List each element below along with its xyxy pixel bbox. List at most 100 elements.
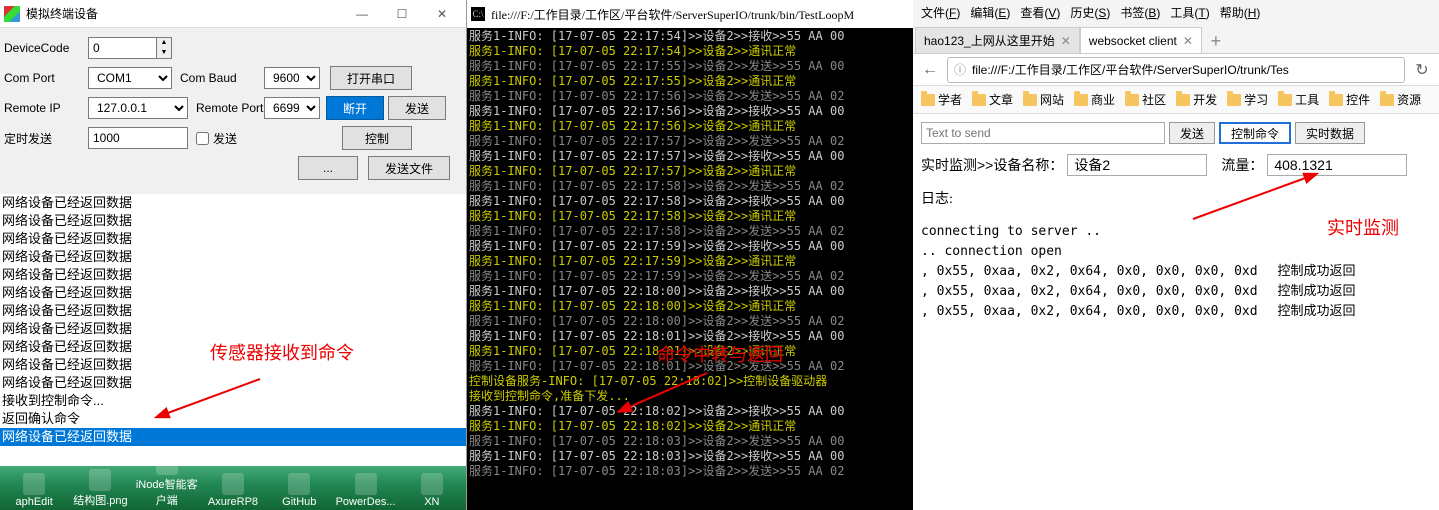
folder-icon xyxy=(1176,94,1190,106)
console-line: 服务1-INFO: [17-07-05 22:17:58]>>设备2>>接收>>… xyxy=(467,194,913,209)
menu-item[interactable]: 工具(T) xyxy=(1166,2,1213,23)
log-line[interactable]: 网络设备已经返回数据 xyxy=(0,194,466,212)
bookmark-item[interactable]: 资源 xyxy=(1376,89,1425,110)
log-line[interactable]: 网络设备已经返回数据 xyxy=(0,248,466,266)
console-line: 服务1-INFO: [17-07-05 22:17:56]>>设备2>>接收>>… xyxy=(467,104,913,119)
console-line: 服务1-INFO: [17-07-05 22:18:01]>>设备2>>接收>>… xyxy=(467,329,913,344)
log-line[interactable]: 网络设备已经返回数据 xyxy=(0,230,466,248)
log-line[interactable]: 网络设备已经返回数据 xyxy=(0,374,466,392)
bookmark-item[interactable]: 学习 xyxy=(1223,89,1272,110)
log-line[interactable]: 网络设备已经返回数据 xyxy=(0,320,466,338)
log-line[interactable]: 网络设备已经返回数据 xyxy=(0,302,466,320)
page-send-button[interactable]: 发送 xyxy=(1169,122,1215,144)
devicecode-input[interactable]: ▲▼ xyxy=(88,37,172,59)
folder-icon xyxy=(921,94,935,106)
log-line-selected[interactable]: 网络设备已经返回数据 xyxy=(0,428,466,446)
folder-icon xyxy=(1329,94,1343,106)
timersend-input[interactable] xyxy=(88,127,188,149)
taskbar-item[interactable]: XN xyxy=(400,473,464,508)
console-line: 服务1-INFO: [17-07-05 22:18:00]>>设备2>>接收>>… xyxy=(467,284,913,299)
maximize-button[interactable]: ☐ xyxy=(382,2,422,26)
tab-close-icon[interactable]: ✕ xyxy=(1183,34,1193,48)
send-button[interactable]: 发送 xyxy=(388,96,446,120)
reload-button[interactable]: ↻ xyxy=(1409,57,1435,83)
menu-item[interactable]: 文件(F) xyxy=(917,2,964,23)
back-button[interactable]: ← xyxy=(917,57,943,83)
menu-item[interactable]: 编辑(E) xyxy=(966,2,1014,23)
menu-item[interactable]: 帮助(H) xyxy=(1216,2,1265,23)
data-row: , 0x55, 0xaa, 0x2, 0x64, 0x0, 0x0, 0x0, … xyxy=(921,302,1431,322)
bookmark-item[interactable]: 社区 xyxy=(1121,89,1170,110)
taskbar-item[interactable]: GitHub xyxy=(267,473,331,508)
menu-item[interactable]: 查看(V) xyxy=(1016,2,1064,23)
spin-down-icon[interactable]: ▼ xyxy=(157,48,171,58)
browser-tab[interactable]: websocket client✕ xyxy=(1080,27,1202,53)
bookmark-item[interactable]: 开发 xyxy=(1172,89,1221,110)
comport-select[interactable]: COM1 xyxy=(88,67,172,89)
console-line: 服务1-INFO: [17-07-05 22:17:58]>>设备2>>通讯正常 xyxy=(467,209,913,224)
taskbar-item[interactable]: AxureRP8 xyxy=(201,473,265,508)
bookmark-item[interactable]: 控件 xyxy=(1325,89,1374,110)
folder-icon xyxy=(1380,94,1394,106)
open-serial-button[interactable]: 打开串口 xyxy=(330,66,412,90)
taskbar-item[interactable]: 结构图.png xyxy=(68,469,132,508)
combaud-select[interactable]: 9600 xyxy=(264,67,320,89)
console-title: file:///F:/工作目录/工作区/平台软件/ServerSuperIO/t… xyxy=(491,6,854,23)
log-line[interactable]: 网络设备已经返回数据 xyxy=(0,266,466,284)
flow-label: 流量： xyxy=(1221,155,1263,175)
bookmark-item[interactable]: 工具 xyxy=(1274,89,1323,110)
bookmark-item[interactable]: 学者 xyxy=(917,89,966,110)
console-titlebar: C:\ file:///F:/工作目录/工作区/平台软件/ServerSuper… xyxy=(467,0,913,28)
page-log-line: .. connection open xyxy=(921,242,1431,262)
realtime-data-button[interactable]: 实时数据 xyxy=(1295,122,1365,144)
console-line: 服务1-INFO: [17-07-05 22:18:00]>>设备2>>通讯正常 xyxy=(467,299,913,314)
taskbar-item[interactable]: iNode智能客户端 xyxy=(135,466,199,508)
timersend-label: 定时发送 xyxy=(4,130,64,147)
remoteip-select[interactable]: 127.0.0.1 xyxy=(88,97,188,119)
disconnect-button[interactable]: 断开 xyxy=(326,96,384,120)
log-listbox[interactable]: 传感器接收到命令 网络设备已经返回数据网络设备已经返回数据网络设备已经返回数据网… xyxy=(0,194,466,466)
bookmark-item[interactable]: 文章 xyxy=(968,89,1017,110)
console-line: 控制设备服务-INFO: [17-07-05 22:18:02]>>控制设备驱动… xyxy=(467,374,913,389)
taskbar-item[interactable]: PowerDes... xyxy=(333,473,397,508)
data-row: , 0x55, 0xaa, 0x2, 0x64, 0x0, 0x0, 0x0, … xyxy=(921,282,1431,302)
menu-item[interactable]: 历史(S) xyxy=(1066,2,1114,23)
menubar: 文件(F)编辑(E)查看(V)历史(S)书签(B)工具(T)帮助(H) xyxy=(913,0,1439,24)
tab-close-icon[interactable]: ✕ xyxy=(1061,34,1071,48)
bookmark-item[interactable]: 网站 xyxy=(1019,89,1068,110)
minimize-button[interactable]: — xyxy=(342,2,382,26)
tabbar: hao123_上网从这里开始✕websocket client✕+ xyxy=(913,24,1439,54)
console-line: 服务1-INFO: [17-07-05 22:17:57]>>设备2>>通讯正常 xyxy=(467,164,913,179)
console-line: 服务1-INFO: [17-07-05 22:17:54]>>设备2>>通讯正常 xyxy=(467,44,913,59)
spin-up-icon[interactable]: ▲ xyxy=(157,38,171,48)
console-line: 服务1-INFO: [17-07-05 22:18:03]>>设备2>>发送>>… xyxy=(467,464,913,479)
browser-tab[interactable]: hao123_上网从这里开始✕ xyxy=(915,27,1080,53)
console-line: 服务1-INFO: [17-07-05 22:17:56]>>设备2>>通讯正常 xyxy=(467,119,913,134)
menu-item[interactable]: 书签(B) xyxy=(1116,2,1164,23)
sendfile-button[interactable]: 发送文件 xyxy=(368,156,450,180)
address-bar: ← ⓘ file:///F:/工作目录/工作区/平台软件/ServerSuper… xyxy=(913,54,1439,86)
url-input[interactable]: ⓘ file:///F:/工作目录/工作区/平台软件/ServerSuperIO… xyxy=(947,57,1405,83)
log-line[interactable]: 网络设备已经返回数据 xyxy=(0,284,466,302)
close-button[interactable]: ✕ xyxy=(422,2,462,26)
text-to-send-input[interactable] xyxy=(921,122,1165,144)
taskbar: aphEdit结构图.pngiNode智能客户端AxureRP8GitHubPo… xyxy=(0,466,466,510)
bookmark-item[interactable]: 商业 xyxy=(1070,89,1119,110)
new-tab-button[interactable]: + xyxy=(1202,29,1230,53)
log-line[interactable]: 网络设备已经返回数据 xyxy=(0,212,466,230)
console-line: 服务1-INFO: [17-07-05 22:18:02]>>设备2>>通讯正常 xyxy=(467,419,913,434)
control-cmd-button[interactable]: 控制命令 xyxy=(1219,122,1291,144)
taskbar-item[interactable]: aphEdit xyxy=(2,473,66,508)
console-body[interactable]: 服务1-INFO: [17-07-05 22:17:54]>>设备2>>接收>>… xyxy=(467,28,913,480)
send-checkbox[interactable]: 发送 xyxy=(196,130,237,147)
bookmarks-bar: 学者文章网站商业社区开发学习工具控件资源 xyxy=(913,86,1439,114)
log-line[interactable]: 返回确认命令 xyxy=(0,410,466,428)
console-line: 服务1-INFO: [17-07-05 22:17:56]>>设备2>>发送>>… xyxy=(467,89,913,104)
browser-window: 文件(F)编辑(E)查看(V)历史(S)书签(B)工具(T)帮助(H) hao1… xyxy=(913,0,1439,510)
browse-button[interactable]: ... xyxy=(298,156,358,180)
device-simulator-window: 模拟终端设备 — ☐ ✕ DeviceCode ▲▼ Com Port COM1… xyxy=(0,0,467,510)
console-line: 服务1-INFO: [17-07-05 22:17:59]>>设备2>>通讯正常 xyxy=(467,254,913,269)
remoteport-select[interactable]: 6699 xyxy=(264,97,320,119)
log-line[interactable]: 接收到控制命令... xyxy=(0,392,466,410)
control-button[interactable]: 控制 xyxy=(342,126,412,150)
